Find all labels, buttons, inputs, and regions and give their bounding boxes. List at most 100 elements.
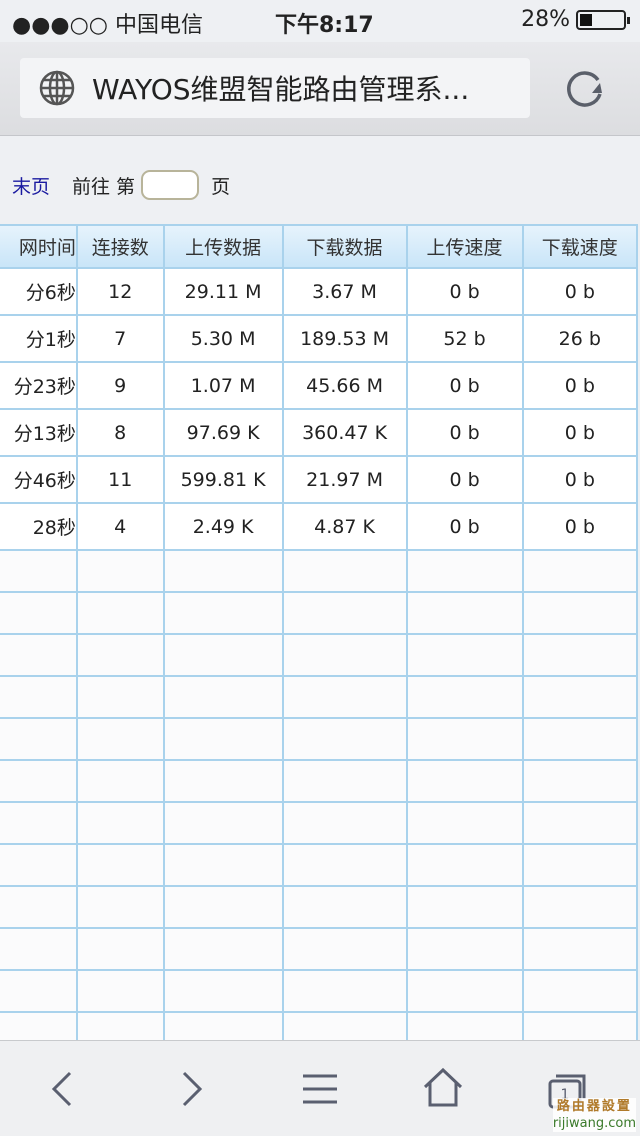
table-cell bbox=[521, 759, 639, 803]
table-cell bbox=[75, 759, 165, 803]
empty-row bbox=[0, 717, 639, 761]
table-cell bbox=[405, 885, 524, 929]
table-cell: 4 bbox=[75, 502, 165, 551]
table-cell bbox=[162, 675, 284, 719]
page-title: WAYOS维盟智能路由管理系... bbox=[92, 73, 470, 106]
table-cell bbox=[0, 885, 78, 929]
column-header: 上传速度 bbox=[405, 224, 524, 269]
table-cell bbox=[281, 969, 408, 1013]
reload-icon[interactable] bbox=[562, 66, 608, 112]
table-row: 分6秒 12 29.11 M 3.67 M0 b0 b bbox=[0, 267, 639, 316]
page-number-input[interactable] bbox=[141, 170, 200, 200]
table-cell bbox=[405, 675, 524, 719]
table-cell bbox=[162, 843, 284, 887]
last-page-link[interactable]: 末页 bbox=[12, 172, 50, 199]
table-row: 分13秒 8 97.69 K 360.47 K0 b0 b bbox=[0, 408, 639, 457]
table-cell: 4.87 K bbox=[281, 502, 408, 551]
table-cell bbox=[281, 549, 408, 593]
table-cell bbox=[75, 591, 165, 635]
home-icon[interactable] bbox=[422, 1067, 464, 1113]
table-cell bbox=[521, 717, 639, 761]
table-cell bbox=[75, 633, 165, 677]
table-cell: 29.11 M bbox=[162, 267, 284, 316]
column-header: 上传数据 bbox=[162, 224, 284, 269]
table-cell: 0 b bbox=[521, 267, 639, 316]
table-cell bbox=[281, 591, 408, 635]
forward-icon[interactable] bbox=[176, 1069, 206, 1113]
table-cell bbox=[281, 801, 408, 845]
table-cell: 1.07 M bbox=[162, 361, 284, 410]
empty-row bbox=[0, 969, 639, 1013]
table-cell bbox=[0, 633, 78, 677]
table-cell bbox=[521, 885, 639, 929]
table-cell: 0 b bbox=[405, 455, 524, 504]
table-cell bbox=[281, 675, 408, 719]
table-cell: 97.69 K bbox=[162, 408, 284, 457]
table-cell bbox=[281, 717, 408, 761]
table-cell bbox=[281, 927, 408, 971]
table-cell bbox=[0, 969, 78, 1013]
back-icon[interactable] bbox=[48, 1069, 78, 1113]
table-cell: 分1秒 bbox=[0, 314, 78, 363]
table-cell: 360.47 K bbox=[281, 408, 408, 457]
column-header: 网时间 bbox=[0, 224, 78, 269]
table-cell bbox=[0, 675, 78, 719]
column-header: 下载速度 bbox=[521, 224, 639, 269]
empty-row bbox=[0, 633, 639, 677]
table-cell bbox=[281, 633, 408, 677]
table-cell bbox=[405, 759, 524, 803]
pagination: 末页 前往 第 页 bbox=[12, 170, 230, 200]
table-cell bbox=[0, 549, 78, 593]
table-cell: 12 bbox=[75, 267, 165, 316]
table-cell bbox=[162, 717, 284, 761]
table-cell: 2.49 K bbox=[162, 502, 284, 551]
table-cell: 45.66 M bbox=[281, 361, 408, 410]
table-cell bbox=[75, 549, 165, 593]
table-cell bbox=[0, 843, 78, 887]
carrier: ●●●○○ 中国电信 bbox=[12, 13, 203, 38]
table-cell bbox=[75, 675, 165, 719]
table-cell bbox=[162, 633, 284, 677]
table-cell bbox=[162, 801, 284, 845]
empty-row bbox=[0, 549, 639, 593]
table-cell: 26 b bbox=[521, 314, 639, 363]
page-unit-label: 页 bbox=[211, 175, 231, 198]
table-cell bbox=[75, 927, 165, 971]
table-cell bbox=[405, 717, 524, 761]
table-cell: 9 bbox=[75, 361, 165, 410]
table-cell: 21.97 M bbox=[281, 455, 408, 504]
table-cell: 0 b bbox=[405, 408, 524, 457]
table-cell bbox=[405, 801, 524, 845]
battery-icon bbox=[576, 9, 630, 30]
goto-label: 前往 第 bbox=[72, 175, 136, 198]
address-bar[interactable]: WAYOS维盟智能路由管理系... bbox=[20, 58, 530, 118]
table-cell: 5.30 M bbox=[162, 314, 284, 363]
table-cell: 189.53 M bbox=[281, 314, 408, 363]
table-cell bbox=[162, 927, 284, 971]
table-row: 分23秒 9 1.07 M 45.66 M0 b0 b bbox=[0, 361, 639, 410]
globe-icon bbox=[39, 70, 75, 106]
table-cell: 0 b bbox=[405, 361, 524, 410]
table-cell: 分13秒 bbox=[0, 408, 78, 457]
table-cell bbox=[281, 759, 408, 803]
empty-row bbox=[0, 927, 639, 971]
table-cell bbox=[405, 549, 524, 593]
clock: 下午8:17 bbox=[275, 13, 374, 38]
menu-icon[interactable] bbox=[302, 1073, 338, 1111]
table-cell bbox=[162, 549, 284, 593]
column-header: 下载数据 bbox=[281, 224, 408, 269]
table-cell: 599.81 K bbox=[162, 455, 284, 504]
table-cell bbox=[75, 885, 165, 929]
table-cell: 分23秒 bbox=[0, 361, 78, 410]
table-cell bbox=[521, 633, 639, 677]
table-row: 28秒 4 2.49 K 4.87 K0 b0 b bbox=[0, 502, 639, 551]
table-cell bbox=[521, 549, 639, 593]
table-cell bbox=[75, 969, 165, 1013]
table-row: 分1秒 7 5.30 M 189.53 M 52 b 26 b bbox=[0, 314, 639, 363]
table-cell bbox=[162, 759, 284, 803]
table-cell bbox=[521, 969, 639, 1013]
table-cell: 7 bbox=[75, 314, 165, 363]
table-cell bbox=[162, 885, 284, 929]
table-cell bbox=[521, 675, 639, 719]
table-cell bbox=[0, 591, 78, 635]
